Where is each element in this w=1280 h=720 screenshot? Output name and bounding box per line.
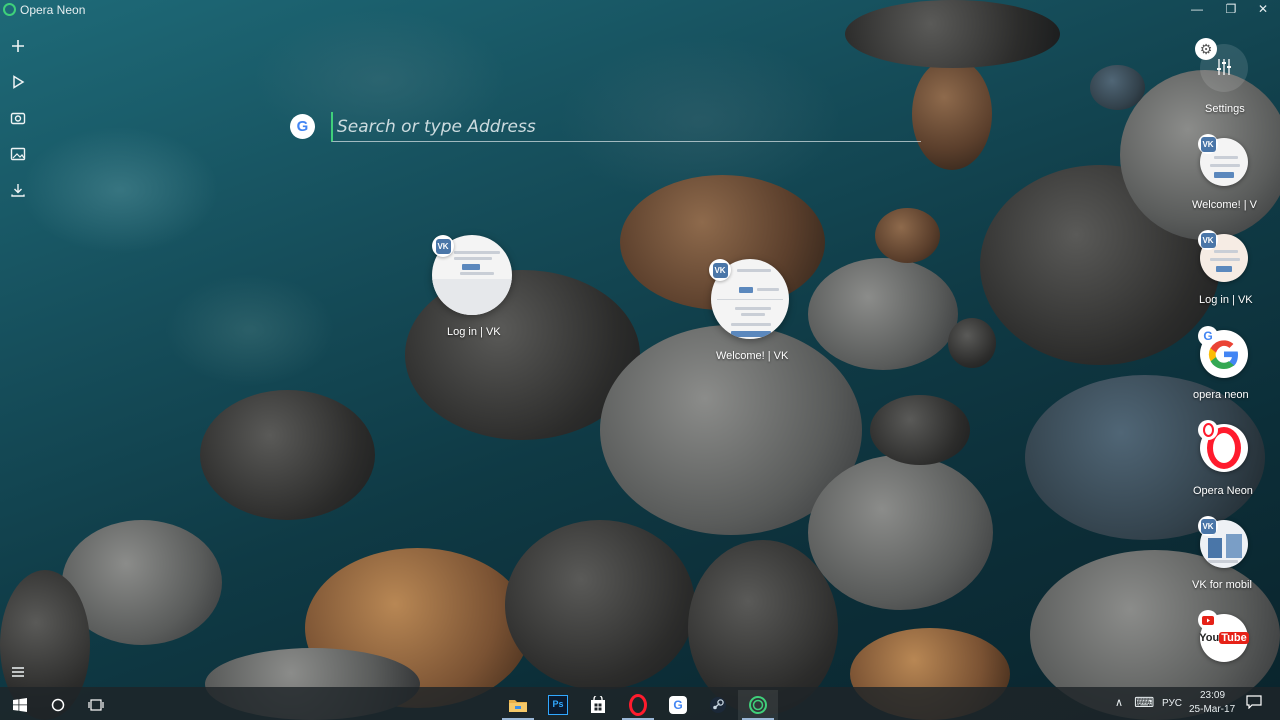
hamburger-icon [12, 667, 24, 677]
vk-favicon-icon: VK [432, 235, 454, 257]
tray-chevron-icon[interactable]: ∧ [1115, 696, 1123, 709]
taskbar-photoshop[interactable]: Ps [538, 690, 578, 720]
speed-dial-label: VK for mobil [1192, 579, 1252, 591]
vk-favicon-icon: VK [1198, 134, 1218, 154]
speed-dial-youtube[interactable]: You Tube [1190, 608, 1280, 686]
taskbar-opera-neon[interactable] [738, 690, 778, 720]
rock [808, 455, 993, 610]
youtube-logo-icon: You Tube [1199, 632, 1249, 644]
speed-dial-label: Log in | VK [1199, 294, 1253, 306]
rock [808, 258, 958, 370]
desktop-background: Opera Neon — ❐ ✕ G Search or type Addres… [0, 0, 1280, 720]
gear-icon: ⚙ [1195, 38, 1217, 60]
new-tab-button[interactable] [6, 34, 30, 58]
taskbar-opera[interactable] [618, 690, 658, 720]
start-button[interactable] [0, 690, 40, 720]
menu-button[interactable] [6, 660, 30, 684]
tab-bubble-welcome-vk[interactable]: VK Welcome! | VK [708, 257, 808, 367]
speed-dial-vk-mobile[interactable]: VK VK for mobil [1190, 514, 1280, 596]
title-bar: Opera Neon — ❐ ✕ [0, 0, 1280, 20]
notification-center-button[interactable] [1246, 695, 1262, 714]
taskbar-chrome[interactable]: G [658, 690, 698, 720]
input-language[interactable]: РУС [1162, 698, 1182, 709]
vk-favicon-icon: VK [1198, 230, 1218, 250]
tab-bubble-login-vk[interactable]: VK Log in | VK [430, 233, 520, 343]
opera-neon-icon [749, 696, 767, 714]
search-input[interactable] [331, 112, 921, 142]
close-button[interactable]: ✕ [1246, 0, 1280, 20]
opera-icon [629, 694, 647, 716]
speed-dial-opera-neon-search[interactable]: G opera neon [1190, 324, 1280, 406]
google-search-engine-icon[interactable]: G [290, 114, 315, 139]
notification-icon [1246, 695, 1262, 710]
minimize-button[interactable]: — [1180, 0, 1214, 20]
cortana-icon [51, 698, 65, 712]
speed-dial-label: Opera Neon [1193, 485, 1253, 497]
download-icon [11, 184, 25, 197]
rock [875, 208, 940, 263]
speed-dial-welcome-vk[interactable]: VK Welcome! | V [1190, 132, 1280, 214]
downloads-button[interactable] [6, 178, 30, 202]
media-player-button[interactable] [6, 70, 30, 94]
settings-button[interactable]: ⚙ Settings [1192, 36, 1252, 120]
opera-neon-logo-icon [3, 3, 16, 16]
clock-time[interactable]: 23:09 [1200, 690, 1225, 701]
rock [912, 58, 992, 170]
play-icon [13, 75, 25, 89]
snapshot-button[interactable] [6, 106, 30, 130]
settings-label: Settings [1205, 103, 1245, 115]
folder-icon [509, 700, 527, 712]
google-app-icon: G [669, 696, 687, 714]
sliders-icon [1216, 58, 1232, 81]
gallery-button[interactable] [6, 142, 30, 166]
rock [870, 395, 970, 465]
speed-dial-label: Welcome! | V [1192, 199, 1258, 211]
youtube-logo-tube: Tube [1219, 632, 1249, 644]
tab-bubble-label: Log in | VK [447, 326, 501, 338]
vk-favicon-icon: VK [709, 259, 731, 281]
photoshop-icon: Ps [548, 695, 568, 715]
opera-favicon-icon [1198, 420, 1218, 440]
youtube-favicon-icon [1198, 610, 1218, 630]
plus-icon [12, 40, 24, 52]
windows-taskbar: Ps G ∧ ⌨ РУС 23:09 25-Mar-17 [0, 687, 1280, 720]
camera-icon [10, 112, 26, 125]
clock-date[interactable]: 25-Mar-17 [1189, 704, 1235, 715]
tab-bubble-label: Welcome! | VK [716, 350, 789, 362]
taskbar-steam[interactable] [698, 690, 738, 720]
app-title: Opera Neon [20, 3, 86, 17]
rock [948, 318, 996, 368]
steam-icon [710, 697, 726, 713]
image-icon [10, 147, 26, 161]
cortana-button[interactable] [38, 690, 78, 720]
rock [1090, 65, 1145, 110]
taskbar-store[interactable] [578, 690, 618, 720]
task-view-icon [88, 699, 104, 711]
maximize-button[interactable]: ❐ [1214, 0, 1248, 20]
speed-dial-login-vk[interactable]: VK Log in | VK [1190, 228, 1280, 310]
keyboard-icon[interactable]: ⌨ [1134, 694, 1154, 711]
task-view-button[interactable] [76, 690, 116, 720]
google-favicon-icon: G [1198, 326, 1218, 346]
vk-favicon-icon: VK [1198, 516, 1218, 536]
speed-dial-label: opera neon [1193, 389, 1249, 401]
windows-logo-icon [13, 698, 27, 712]
rock [200, 390, 375, 520]
store-icon [591, 696, 605, 713]
speed-dial-opera-neon[interactable]: Opera Neon [1190, 418, 1280, 500]
taskbar-file-explorer[interactable] [498, 690, 538, 720]
rock [505, 520, 695, 690]
